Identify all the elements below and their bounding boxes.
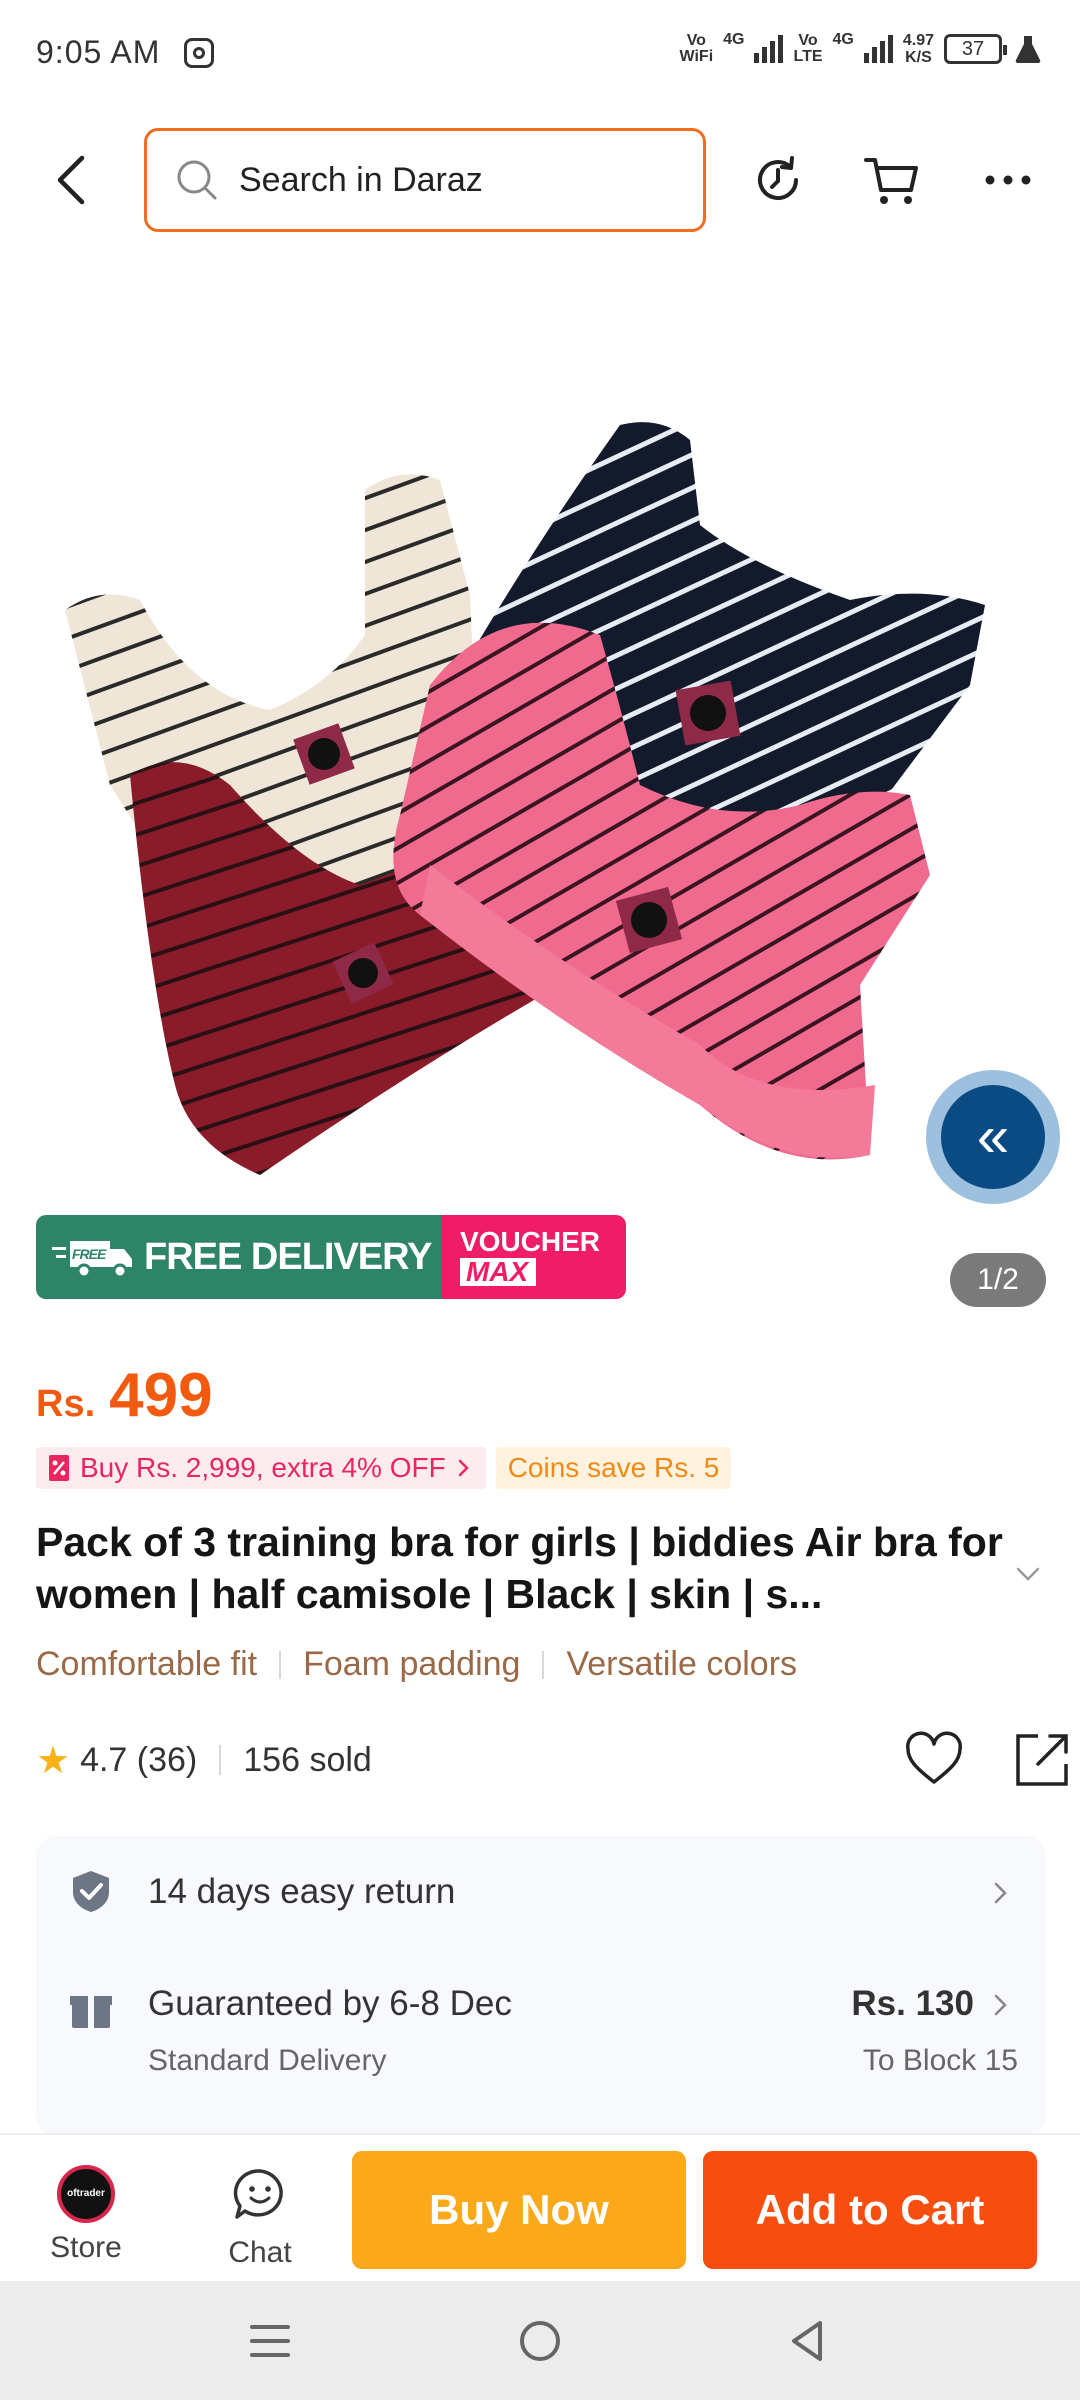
feature-versatile-colors: Versatile colors xyxy=(566,1645,798,1683)
system-navigation-bar xyxy=(0,2281,1080,2400)
shield-check-icon xyxy=(73,1871,109,1912)
chat-label: Chat xyxy=(228,2236,292,2269)
rating-score[interactable]: 4.7 (36) xyxy=(80,1741,197,1780)
coins-save-badge[interactable]: Coins save Rs. 5 xyxy=(495,1447,732,1489)
more-options-icon[interactable] xyxy=(978,150,1038,210)
voucher-max-label: MAX xyxy=(460,1258,536,1286)
delivery-fee: Rs. 130 xyxy=(851,1984,974,2023)
recent-apps-icon[interactable] xyxy=(244,2315,296,2367)
promo-badges: FREE FREE DELIVERY VOUCHER MAX xyxy=(36,1215,626,1299)
home-circle-icon[interactable] xyxy=(514,2315,566,2367)
feature-divider xyxy=(542,1650,545,1679)
top-header: Search in Daraz xyxy=(0,128,1080,234)
gift-box-icon xyxy=(70,1994,112,2028)
signal-bars-1-icon xyxy=(754,35,784,63)
delivery-truck-icon: FREE xyxy=(52,1241,132,1279)
network-type-1: 4G xyxy=(723,31,745,48)
sold-count: 156 sold xyxy=(243,1740,372,1779)
easy-return-row[interactable]: 14 days easy return xyxy=(36,1836,1046,1946)
back-triangle-icon[interactable] xyxy=(782,2315,834,2367)
promo-row: Buy Rs. 2,999, extra 4% OFF Coins save R… xyxy=(36,1447,732,1489)
price-currency: Rs. xyxy=(36,1383,96,1425)
extra-discount-text: Buy Rs. 2,999, extra 4% OFF xyxy=(80,1452,446,1483)
image-page-indicator: 1/2 xyxy=(950,1253,1046,1307)
service-info-card: 14 days easy return Guaranteed by 6-8 De… xyxy=(36,1836,1046,2136)
expand-title-chevron-down-icon[interactable] xyxy=(1010,1556,1046,1592)
product-image-carousel[interactable] xyxy=(0,265,1080,1215)
rating-divider xyxy=(219,1745,222,1775)
product-features: Comfortable fit Foam padding Versatile c… xyxy=(36,1645,797,1684)
delivery-row[interactable]: Guaranteed by 6-8 Dec Standard Delivery … xyxy=(36,1946,1046,2086)
network-speed: 4.97 K/S xyxy=(902,32,934,66)
extra-discount-voucher[interactable]: Buy Rs. 2,999, extra 4% OFF xyxy=(36,1447,486,1489)
delivery-destination: To Block 15 xyxy=(862,2044,1018,2077)
feature-foam-padding: Foam padding xyxy=(303,1645,521,1683)
voucher-icon xyxy=(49,1455,69,1481)
status-bar: 9:05 AM Vo WiFi 4G Vo LTE 4G 4.97 K/S 37 xyxy=(0,0,1080,105)
bottom-action-bar: oftrader Store Chat Buy Now Add to Cart xyxy=(0,2133,1080,2281)
free-delivery-label: FREE DELIVERY xyxy=(144,1235,433,1278)
add-to-cart-button[interactable]: Add to Cart xyxy=(703,2151,1037,2269)
status-time: 9:05 AM xyxy=(36,34,161,70)
product-title: Pack of 3 training bra for girls | biddi… xyxy=(36,1519,1003,1617)
product-price: Rs. 499 xyxy=(36,1360,213,1431)
feature-divider xyxy=(279,1650,282,1679)
cart-icon[interactable] xyxy=(862,150,922,210)
store-button[interactable]: oftrader Store xyxy=(30,2165,142,2265)
search-bar[interactable]: Search in Daraz xyxy=(144,128,706,232)
chevron-right-icon xyxy=(994,1994,1007,2016)
star-icon: ★ xyxy=(36,1739,71,1782)
chevron-right-icon xyxy=(458,1459,469,1477)
price-value: 499 xyxy=(109,1361,213,1430)
feature-comfortable-fit: Comfortable fit xyxy=(36,1645,258,1683)
search-placeholder: Search in Daraz xyxy=(239,160,483,199)
store-avatar: oftrader xyxy=(57,2165,115,2223)
voucher-label: VOUCHER xyxy=(460,1226,601,1257)
double-chevron-left-icon: « xyxy=(941,1085,1045,1189)
back-arrow-icon[interactable] xyxy=(44,150,104,210)
free-delivery-badge: FREE FREE DELIVERY xyxy=(36,1215,442,1299)
store-label: Store xyxy=(50,2231,122,2264)
rating-row: ★ 4.7 (36) 156 sold xyxy=(36,1728,1068,1792)
delivery-type-text: Standard Delivery xyxy=(148,2044,387,2077)
collapse-panel-button[interactable]: « xyxy=(926,1070,1060,1204)
product-photo xyxy=(65,422,985,1175)
chevron-right-icon xyxy=(994,1882,1007,1904)
delivery-guarantee-text: Guaranteed by 6-8 Dec xyxy=(148,1984,512,2023)
flask-icon xyxy=(1015,36,1041,64)
network-type-2: 4G xyxy=(832,31,854,48)
search-icon xyxy=(177,160,217,200)
share-icon[interactable] xyxy=(1010,1728,1074,1792)
voucher-max-badge: VOUCHER MAX xyxy=(442,1215,626,1299)
svg-text:FREE: FREE xyxy=(72,1246,107,1262)
buy-now-button[interactable]: Buy Now xyxy=(352,2151,686,2269)
easy-return-text: 14 days easy return xyxy=(148,1872,456,1911)
chat-button[interactable]: Chat xyxy=(200,2165,320,2269)
battery-icon: 37 xyxy=(944,34,1007,64)
vowifi-indicator: Vo WiFi xyxy=(679,32,714,65)
refresh-history-icon[interactable] xyxy=(748,150,808,210)
instagram-notification-icon xyxy=(184,37,215,68)
wishlist-heart-icon[interactable] xyxy=(902,1728,966,1792)
status-indicators: Vo WiFi 4G Vo LTE 4G 4.97 K/S 37 xyxy=(680,32,1044,66)
chat-bubble-icon xyxy=(233,2169,283,2219)
volte-indicator: Vo LTE xyxy=(793,32,823,65)
signal-bars-2-icon xyxy=(863,35,893,63)
